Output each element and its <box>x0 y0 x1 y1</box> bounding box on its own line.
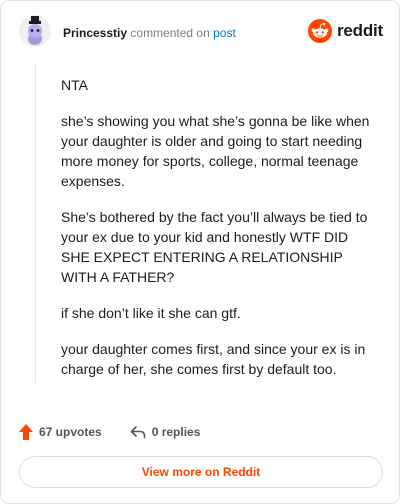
comment-header: Princesstiy commented on post reddit <box>19 15 383 51</box>
comment-paragraph: your daughter comes first, and since you… <box>61 341 366 377</box>
upvote-arrow-icon <box>19 424 33 440</box>
reddit-wordmark: reddit <box>336 21 383 40</box>
upvote-button[interactable]: 67 upvotes <box>19 424 102 440</box>
post-link[interactable]: post <box>213 26 236 40</box>
comment-actions: 67 upvotes 0 replies <box>19 423 200 441</box>
reddit-snoo-icon <box>307 19 332 43</box>
action-text: commented on <box>130 26 210 40</box>
comment-paragraph: if she don’t like it she can gtf. <box>61 305 241 321</box>
reddit-logo[interactable]: reddit <box>307 18 383 44</box>
comment-paragraph: She’s bothered by the fact you’ll always… <box>61 209 368 285</box>
comment-embed-card: Princesstiy commented on post reddit NTA… <box>0 0 400 504</box>
view-more-button[interactable]: View more on Reddit <box>19 456 383 488</box>
comment-body: NTA she’s showing you what she’s gonna b… <box>61 75 379 395</box>
thread-line <box>35 63 36 383</box>
comment-byline: Princesstiy commented on post <box>63 26 236 40</box>
reply-count: 0 replies <box>151 425 201 439</box>
username-link[interactable]: Princesstiy <box>63 26 127 40</box>
upvote-count: 67 upvotes <box>39 425 102 439</box>
user-avatar[interactable] <box>19 15 51 47</box>
comment-paragraph: NTA <box>61 77 88 93</box>
reply-arrow-icon <box>130 426 146 439</box>
replies-button[interactable]: 0 replies <box>130 425 201 439</box>
snoo-avatar-icon <box>19 15 51 47</box>
comment-paragraph: she’s showing you what she’s gonna be li… <box>61 113 370 189</box>
